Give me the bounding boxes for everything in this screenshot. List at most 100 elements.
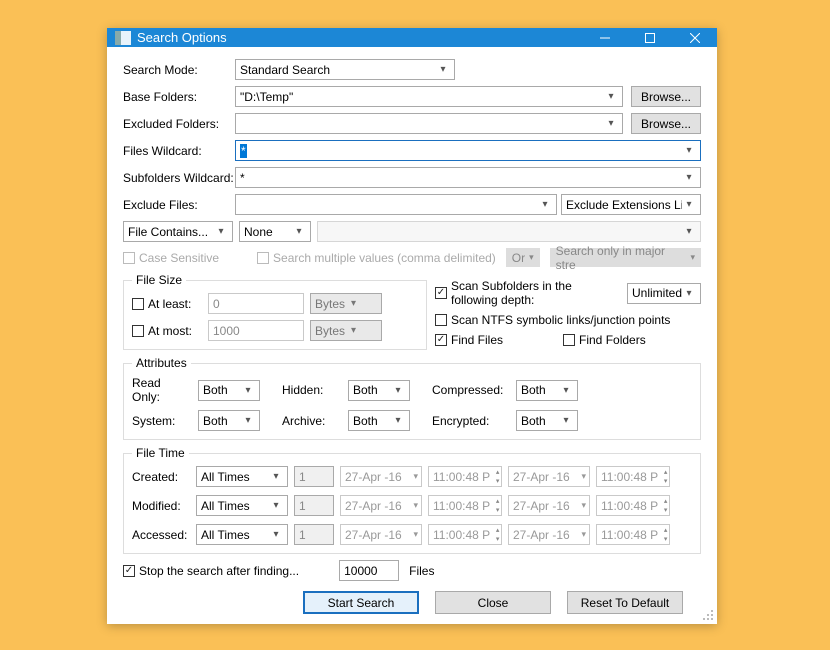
created-mode-combo[interactable]: All Times▾ (196, 466, 288, 487)
browse-excluded-button[interactable]: Browse... (631, 113, 701, 134)
modified-date2[interactable]: 27-Apr -16▾ (508, 495, 590, 516)
minimize-button[interactable] (582, 28, 627, 47)
search-mode-label: Search Mode: (123, 63, 235, 77)
created-time1[interactable]: 11:00:48 P▴▾ (428, 466, 502, 487)
chevron-down-icon: ▾ (682, 172, 696, 183)
at-least-input[interactable]: 0 (208, 293, 304, 314)
find-files-checkbox[interactable]: Find Files (435, 333, 503, 347)
case-sensitive-checkbox[interactable]: Case Sensitive (123, 251, 219, 265)
modified-mode-combo[interactable]: All Times▾ (196, 495, 288, 516)
maximize-button[interactable] (627, 28, 672, 47)
chevron-down-icon: ▾ (690, 252, 695, 263)
titlebar[interactable]: Search Options (107, 28, 717, 47)
at-most-input[interactable]: 1000 (208, 320, 304, 341)
file-contains-value-combo[interactable]: ▾ (317, 221, 701, 242)
accessed-num-input[interactable]: 1 (294, 524, 334, 545)
encrypted-combo[interactable]: Both▾ (516, 410, 578, 431)
chevron-down-icon: ▾ (578, 500, 589, 511)
readonly-label: Read Only: (132, 376, 190, 404)
file-size-legend: File Size (132, 273, 186, 287)
modified-label: Modified: (132, 499, 190, 513)
compressed-label: Compressed: (432, 383, 508, 397)
subfolders-wildcard-combo[interactable]: *▾ (235, 167, 701, 188)
resize-grip-icon[interactable] (703, 610, 715, 622)
depth-combo[interactable]: Unlimited▾ (627, 283, 701, 304)
files-wildcard-combo[interactable]: *▾ (235, 140, 701, 161)
excluded-folders-combo[interactable]: ▾ (235, 113, 623, 134)
chevron-down-icon: ▾ (410, 471, 421, 482)
at-least-unit-combo[interactable]: Bytes▾ (310, 293, 382, 314)
base-folders-combo[interactable]: "D:\Temp"▾ (235, 86, 623, 107)
files-wildcard-label: Files Wildcard: (123, 144, 235, 158)
stop-after-input[interactable]: 10000 (339, 560, 399, 581)
created-date1[interactable]: 27-Apr -16▾ (340, 466, 422, 487)
chevron-down-icon: ▾ (529, 252, 534, 263)
created-label: Created: (132, 470, 190, 484)
exclude-files-label: Exclude Files: (123, 198, 235, 212)
hidden-label: Hidden: (282, 383, 340, 397)
exclude-files-combo[interactable]: ▾ (235, 194, 557, 215)
at-least-checkbox[interactable]: At least: (132, 297, 202, 311)
modified-time1[interactable]: 11:00:48 P▴▾ (428, 495, 502, 516)
scan-ntfs-checkbox[interactable]: Scan NTFS symbolic links/junction points (435, 313, 701, 327)
close-dialog-button[interactable]: Close (435, 591, 551, 614)
created-date2[interactable]: 27-Apr -16▾ (508, 466, 590, 487)
close-button[interactable] (672, 28, 717, 47)
scan-subfolders-checkbox[interactable]: Scan Subfolders in the following depth: (435, 279, 621, 307)
created-time2[interactable]: 11:00:48 P▴▾ (596, 466, 670, 487)
start-search-button[interactable]: Start Search (303, 591, 419, 614)
reset-default-button[interactable]: Reset To Default (567, 591, 683, 614)
system-combo[interactable]: Both▾ (198, 410, 260, 431)
chevron-down-icon: ▾ (292, 226, 306, 237)
excluded-folders-label: Excluded Folders: (123, 117, 235, 131)
accessed-time1[interactable]: 11:00:48 P▴▾ (428, 524, 502, 545)
search-options-window: Search Options Search Mode: Standard Sea… (107, 28, 717, 624)
chevron-down-icon: ▾ (241, 385, 255, 396)
archive-label: Archive: (282, 414, 340, 428)
files-label: Files (409, 564, 434, 578)
chevron-down-icon: ▾ (351, 325, 356, 336)
readonly-combo[interactable]: Both▾ (198, 380, 260, 401)
chevron-down-icon: ▾ (351, 298, 356, 309)
accessed-time2[interactable]: 11:00:48 P▴▾ (596, 524, 670, 545)
hidden-combo[interactable]: Both▾ (348, 380, 410, 401)
chevron-down-icon: ▾ (214, 226, 228, 237)
compressed-combo[interactable]: Both▾ (516, 380, 578, 401)
modified-date1[interactable]: 27-Apr -16▾ (340, 495, 422, 516)
exclude-ext-list-combo[interactable]: Exclude Extensions List▾ (561, 194, 701, 215)
chevron-down-icon: ▾ (391, 385, 405, 396)
search-major-streams-combo[interactable]: Search only in major stre▾ (550, 248, 701, 267)
or-combo[interactable]: Or▾ (506, 248, 540, 267)
chevron-down-icon: ▾ (269, 529, 283, 540)
search-multiple-checkbox[interactable]: Search multiple values (comma delimited) (257, 251, 496, 265)
accessed-mode-combo[interactable]: All Times▾ (196, 524, 288, 545)
chevron-down-icon: ▾ (682, 199, 696, 210)
chevron-down-icon: ▾ (604, 118, 618, 129)
chevron-down-icon: ▾ (410, 500, 421, 511)
file-time-legend: File Time (132, 446, 189, 460)
search-mode-combo[interactable]: Standard Search▾ (235, 59, 455, 80)
accessed-date2[interactable]: 27-Apr -16▾ (508, 524, 590, 545)
chevron-down-icon: ▾ (391, 415, 405, 426)
encrypted-label: Encrypted: (432, 414, 508, 428)
at-most-unit-combo[interactable]: Bytes▾ (310, 320, 382, 341)
chevron-down-icon: ▾ (682, 288, 696, 299)
accessed-label: Accessed: (132, 528, 190, 542)
created-num-input[interactable]: 1 (294, 466, 334, 487)
archive-combo[interactable]: Both▾ (348, 410, 410, 431)
stop-after-checkbox[interactable]: Stop the search after finding... (123, 564, 299, 578)
system-label: System: (132, 414, 190, 428)
chevron-down-icon: ▾ (538, 199, 552, 210)
modified-time2[interactable]: 11:00:48 P▴▾ (596, 495, 670, 516)
chevron-down-icon: ▾ (578, 471, 589, 482)
browse-base-button[interactable]: Browse... (631, 86, 701, 107)
accessed-date1[interactable]: 27-Apr -16▾ (340, 524, 422, 545)
chevron-down-icon: ▾ (559, 385, 573, 396)
chevron-down-icon: ▾ (241, 415, 255, 426)
at-most-checkbox[interactable]: At most: (132, 324, 202, 338)
find-folders-checkbox[interactable]: Find Folders (563, 333, 646, 347)
chevron-down-icon: ▾ (436, 64, 450, 75)
modified-num-input[interactable]: 1 (294, 495, 334, 516)
file-contains-combo[interactable]: File Contains...▾ (123, 221, 233, 242)
file-contains-type-combo[interactable]: None▾ (239, 221, 311, 242)
